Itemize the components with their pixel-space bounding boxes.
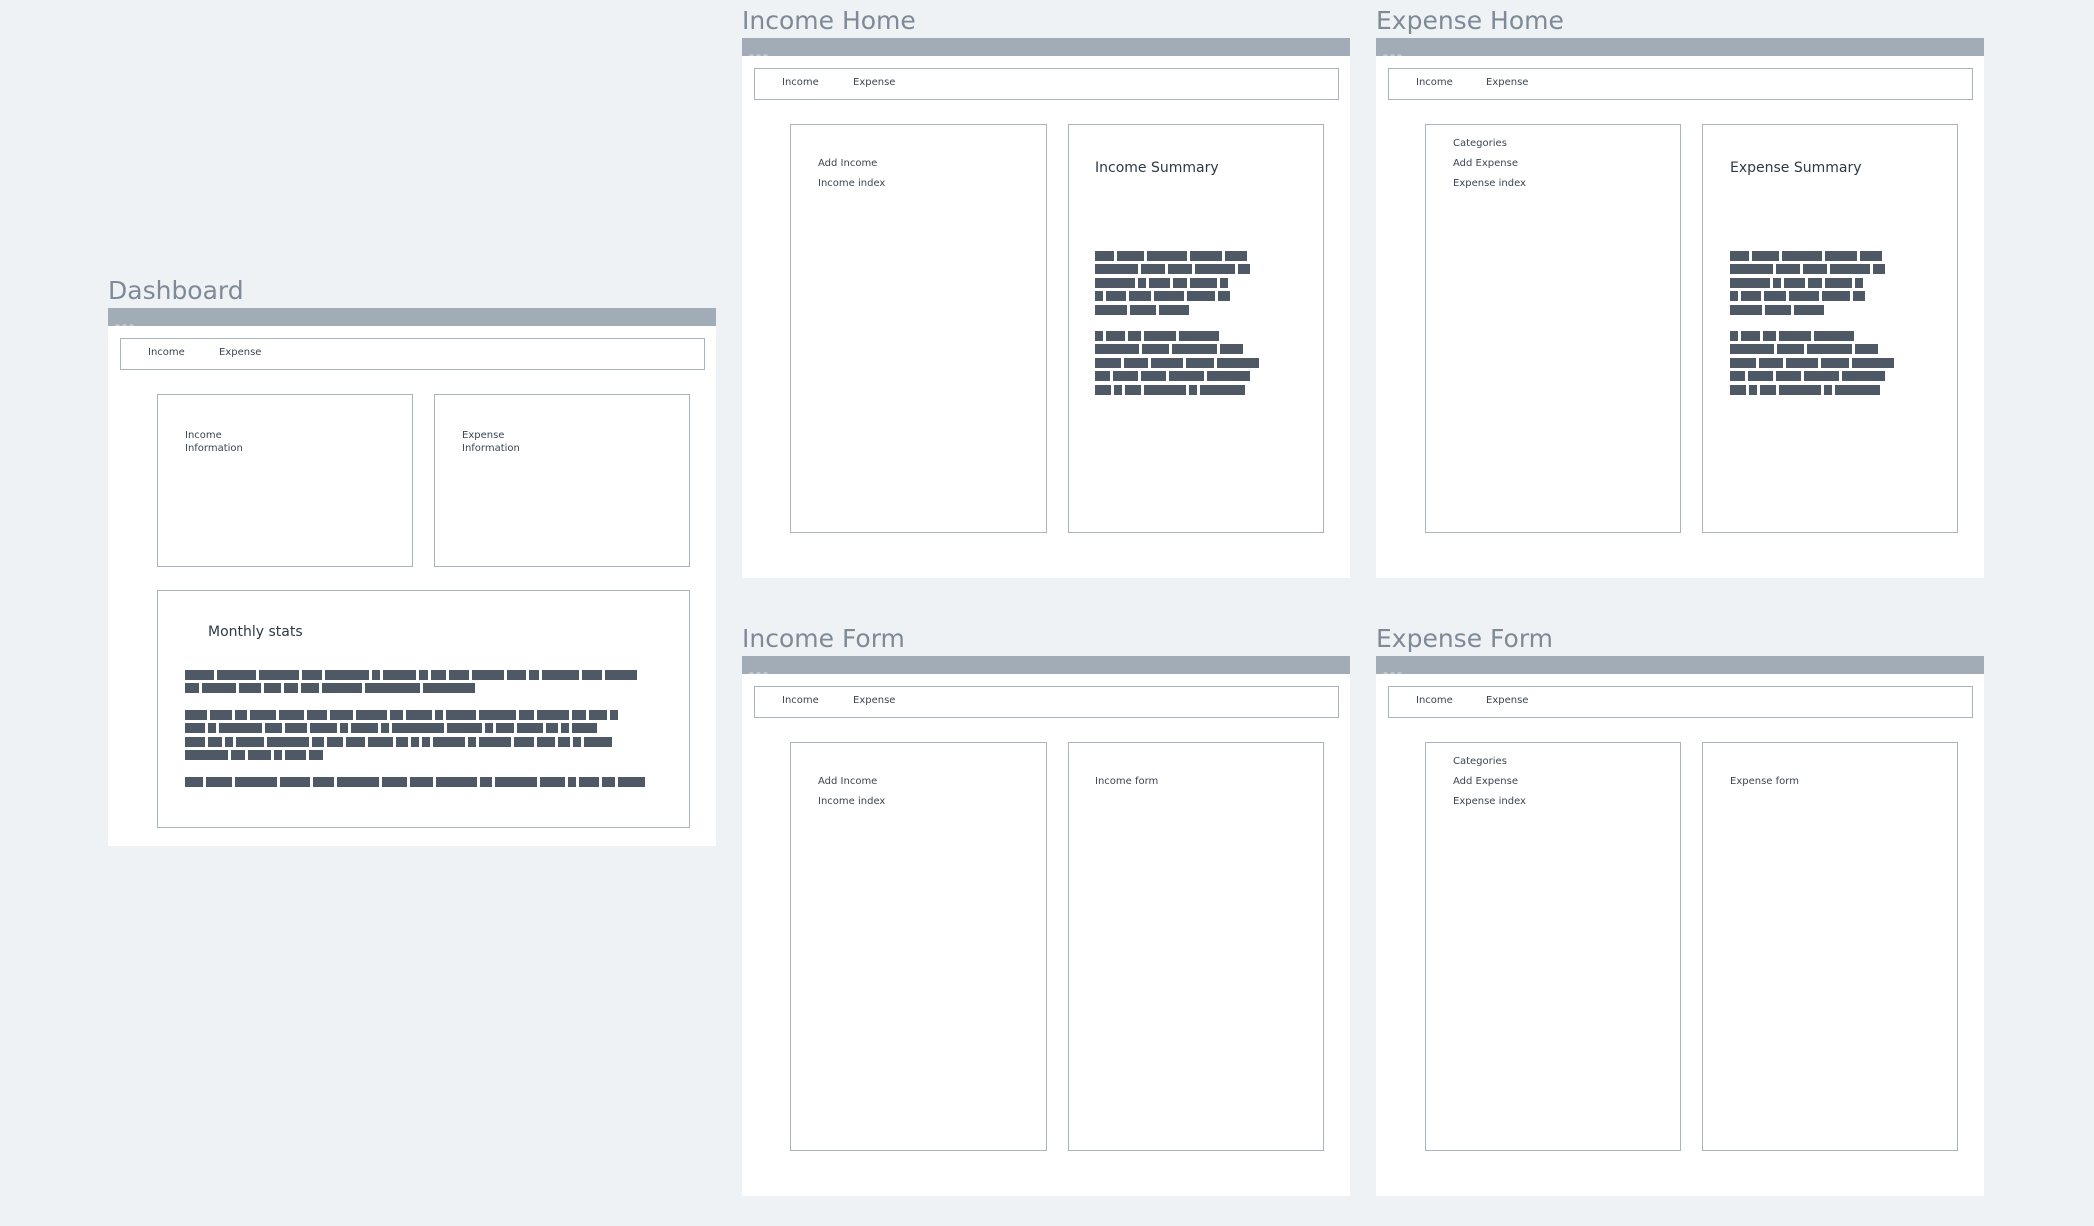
frame-body: Income Expense Income Information Expens… (108, 326, 716, 846)
frame-title: Income Form (742, 624, 905, 653)
nav-income-link[interactable]: Income (782, 77, 819, 88)
income-summary-heading: Income Summary (1095, 160, 1219, 176)
sidebar-menu: Categories Add Expense Expense index (1425, 742, 1681, 1151)
income-information-card[interactable]: Income Information (157, 394, 413, 567)
nav-expense-link[interactable]: Expense (1486, 77, 1528, 88)
menu-item-expense-index[interactable]: Expense index (1453, 177, 1526, 190)
nav-income-link[interactable]: Income (148, 347, 185, 358)
navbar: Income Expense (120, 338, 705, 370)
monthly-stats-card: Monthly stats (157, 590, 690, 828)
income-info-label-line1: Income (185, 430, 222, 441)
nav-expense-link[interactable]: Expense (853, 695, 895, 706)
expense-form-label: Expense form (1730, 776, 1799, 787)
frame-title: Dashboard (108, 276, 244, 305)
window-titlebar (742, 38, 1350, 59)
menu-item-add-expense[interactable]: Add Expense (1453, 157, 1518, 170)
menu-item-categories[interactable]: Categories (1453, 755, 1507, 768)
nav-income-link[interactable]: Income (1416, 695, 1453, 706)
menu-item-categories[interactable]: Categories (1453, 137, 1507, 150)
expense-form-frame: Expense Form Income Expense Categories A… (1376, 624, 1984, 1196)
placeholder-text-block (1095, 251, 1253, 318)
frame-body: Income Expense Categories Add Expense Ex… (1376, 56, 1984, 578)
frame-title: Expense Home (1376, 6, 1564, 35)
expense-information-card[interactable]: Expense Information (434, 394, 690, 567)
menu-item-income-index[interactable]: Income index (818, 177, 885, 190)
income-form-frame: Income Form Income Expense Add Income In… (742, 624, 1350, 1196)
expense-info-label-line1: Expense (462, 430, 505, 441)
income-info-label-line2: Information (185, 443, 243, 454)
window-titlebar (108, 308, 716, 329)
summary-panel: Expense Summary (1702, 124, 1958, 533)
nav-income-link[interactable]: Income (1416, 77, 1453, 88)
placeholder-text-block (185, 777, 648, 790)
navbar: Income Expense (754, 686, 1339, 718)
menu-item-expense-index[interactable]: Expense index (1453, 795, 1526, 808)
navbar: Income Expense (1388, 686, 1973, 718)
frame-title: Income Home (742, 6, 916, 35)
placeholder-text-block (1095, 331, 1262, 398)
income-home-frame: Income Home Income Expense Add Income In… (742, 6, 1350, 578)
income-form-label: Income form (1095, 776, 1159, 787)
window-titlebar (742, 656, 1350, 677)
sidebar-menu: Categories Add Expense Expense index (1425, 124, 1681, 533)
window-titlebar (1376, 656, 1984, 677)
menu-item-add-income[interactable]: Add Income (818, 775, 877, 788)
nav-income-link[interactable]: Income (782, 695, 819, 706)
menu-item-income-index[interactable]: Income index (818, 795, 885, 808)
menu-item-add-expense[interactable]: Add Expense (1453, 775, 1518, 788)
frame-body: Income Expense Add Income Income index I… (742, 674, 1350, 1196)
placeholder-text-block (1730, 331, 1897, 398)
nav-expense-link[interactable]: Expense (1486, 695, 1528, 706)
frame-title: Expense Form (1376, 624, 1554, 653)
monthly-stats-heading: Monthly stats (208, 624, 303, 640)
expense-home-frame: Expense Home Income Expense Categories A… (1376, 6, 1984, 578)
placeholder-text-block (185, 670, 640, 697)
sidebar-menu: Add Income Income index (790, 742, 1047, 1151)
form-panel: Income form (1068, 742, 1324, 1151)
expense-summary-heading: Expense Summary (1730, 160, 1862, 176)
window-titlebar (1376, 38, 1984, 59)
dashboard-frame: Dashboard Income Expense Income Informat… (108, 276, 716, 846)
form-panel: Expense form (1702, 742, 1958, 1151)
placeholder-text-block (1730, 251, 1888, 318)
nav-expense-link[interactable]: Expense (219, 347, 261, 358)
nav-expense-link[interactable]: Expense (853, 77, 895, 88)
placeholder-text-block (185, 710, 621, 764)
navbar: Income Expense (754, 68, 1339, 100)
frame-body: Income Expense Add Income Income index I… (742, 56, 1350, 578)
frame-body: Income Expense Categories Add Expense Ex… (1376, 674, 1984, 1196)
sidebar-menu: Add Income Income index (790, 124, 1047, 533)
navbar: Income Expense (1388, 68, 1973, 100)
summary-panel: Income Summary (1068, 124, 1324, 533)
menu-item-add-income[interactable]: Add Income (818, 157, 877, 170)
expense-info-label-line2: Information (462, 443, 520, 454)
